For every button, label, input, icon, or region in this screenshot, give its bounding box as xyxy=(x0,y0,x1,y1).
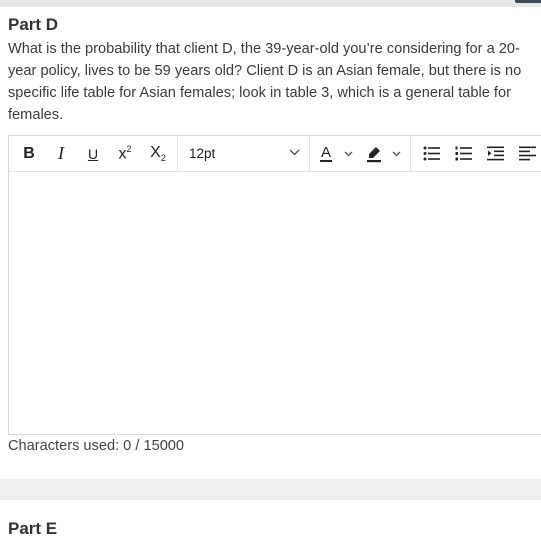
font-size-value: 12pt xyxy=(189,146,216,161)
chevron-down-icon xyxy=(392,151,401,157)
font-size-select[interactable]: 12pt xyxy=(179,136,307,171)
rich-text-editor: B I U x2 X2 12pt A xyxy=(8,135,541,435)
bullet-list-icon xyxy=(423,146,440,161)
top-strip xyxy=(0,0,541,7)
underline-icon: U xyxy=(87,145,99,162)
align-left-button[interactable] xyxy=(515,136,539,171)
top-corner-tab[interactable] xyxy=(515,0,541,3)
part-d-card: Part D What is the probability that clie… xyxy=(0,7,541,479)
numbered-list-icon xyxy=(455,146,472,161)
part-d-title: Part D xyxy=(8,15,59,34)
indent-icon xyxy=(486,146,504,161)
superscript-button[interactable]: x2 xyxy=(112,136,138,171)
bold-button[interactable]: B xyxy=(17,136,41,171)
editor-toolbar: B I U x2 X2 12pt A xyxy=(9,136,541,172)
chevron-down-icon xyxy=(344,151,353,157)
toolbar-divider xyxy=(309,136,310,171)
italic-icon: I xyxy=(58,143,64,163)
part-d-question: What is the probability that client D, t… xyxy=(8,41,522,123)
bold-icon: B xyxy=(23,144,35,162)
font-color-button[interactable]: A xyxy=(313,136,339,171)
editor-content-area[interactable] xyxy=(9,172,541,434)
characters-used-counter: Characters used: 0 / 15000 xyxy=(8,438,185,454)
subscript-icon: X2 xyxy=(150,143,166,164)
toolbar-divider xyxy=(410,136,411,171)
superscript-icon: x2 xyxy=(118,143,132,163)
italic-button[interactable]: I xyxy=(49,136,73,171)
subscript-button[interactable]: X2 xyxy=(145,136,171,171)
part-e-title: Part E xyxy=(8,519,58,538)
indent-button[interactable] xyxy=(483,136,507,171)
align-left-icon xyxy=(518,146,536,161)
toolbar-divider xyxy=(177,136,178,171)
font-color-icon: A xyxy=(319,144,332,162)
highlight-icon xyxy=(365,145,383,163)
numbered-list-button[interactable] xyxy=(451,136,475,171)
underline-button[interactable]: U xyxy=(81,136,105,171)
font-color-dropdown[interactable] xyxy=(341,136,355,171)
part-e-card: Part E xyxy=(0,500,541,542)
highlight-dropdown[interactable] xyxy=(389,136,403,171)
highlight-button[interactable] xyxy=(361,136,387,171)
bullet-list-button[interactable] xyxy=(419,136,443,171)
chevron-down-icon xyxy=(289,149,300,156)
